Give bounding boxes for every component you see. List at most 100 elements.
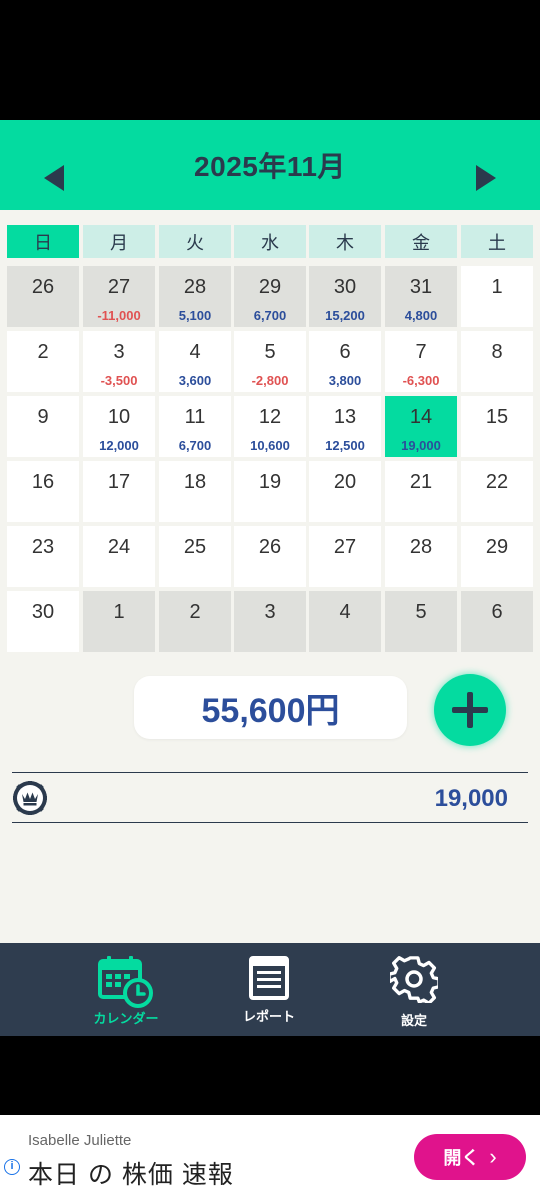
calendar-day[interactable]: 2 (159, 591, 231, 652)
calendar-day[interactable]: 3 -3,500 (83, 331, 155, 392)
ad-headline: 本日 の 株価 速報 (28, 1161, 234, 1189)
day-amount: 3,800 (328, 373, 362, 388)
tab-report-label: レポート (242, 1009, 295, 1024)
calendar-day[interactable]: 3 (234, 591, 306, 652)
report-icon (249, 956, 289, 1000)
calendar-day[interactable]: 24 (83, 526, 155, 587)
weekday-sun: 日 (7, 225, 79, 258)
calendar-day[interactable]: 4 (309, 591, 381, 652)
day-number: 5 (415, 601, 427, 623)
calendar-day[interactable]: 5 (385, 591, 457, 652)
calendar-day[interactable]: 16 (7, 461, 79, 522)
calendar-day[interactable]: 2 (7, 331, 79, 392)
calendar-day[interactable]: 21 (385, 461, 457, 522)
weekday-wed: 水 (234, 225, 306, 258)
calendar-day[interactable]: 20 (309, 461, 381, 522)
day-number: 21 (409, 471, 433, 493)
day-number: 10 (107, 406, 131, 428)
calendar-day[interactable]: 13 12,500 (309, 396, 381, 457)
day-number: 2 (189, 601, 201, 623)
tab-report[interactable]: レポート (199, 943, 339, 1036)
calendar-day-selected[interactable]: 14 19,000 (385, 396, 457, 457)
day-number: 14 (409, 406, 433, 428)
calendar-day[interactable]: 11 6,700 (159, 396, 231, 457)
day-number: 19 (258, 471, 282, 493)
day-number: 26 (31, 276, 55, 298)
day-number: 30 (333, 276, 357, 298)
calendar-day[interactable]: 25 (159, 526, 231, 587)
calendar-day[interactable]: 15 (461, 396, 533, 457)
calendar-day[interactable]: 27 (309, 526, 381, 587)
calendar-day[interactable]: 31 4,800 (385, 266, 457, 327)
calendar-day[interactable]: 27 -11,000 (83, 266, 155, 327)
day-number: 31 (409, 276, 433, 298)
day-number: 5 (264, 341, 276, 363)
calendar-day[interactable]: 26 (7, 266, 79, 327)
calendar-day[interactable]: 1 (83, 591, 155, 652)
day-number: 7 (415, 341, 427, 363)
day-number: 29 (485, 536, 509, 558)
calendar-day[interactable]: 10 12,000 (83, 396, 155, 457)
calendar-day[interactable]: 29 (461, 526, 533, 587)
day-number: 2 (37, 341, 49, 363)
calendar-day[interactable]: 28 5,100 (159, 266, 231, 327)
calendar-day[interactable]: 6 3,800 (309, 331, 381, 392)
calendar-day[interactable]: 17 (83, 461, 155, 522)
calendar-day[interactable]: 28 (385, 526, 457, 587)
day-number: 22 (485, 471, 509, 493)
day-number: 1 (491, 276, 503, 298)
next-month-icon[interactable] (476, 165, 496, 191)
calendar-day[interactable]: 7 -6,300 (385, 331, 457, 392)
day-amount: -6,300 (402, 373, 440, 388)
calendar-day[interactable]: 30 (7, 591, 79, 652)
ad-info-icon[interactable]: i (4, 1159, 20, 1175)
ad-open-label: 開く (443, 1148, 480, 1168)
day-amount: 3,600 (178, 373, 212, 388)
calendar-day[interactable]: 30 15,200 (309, 266, 381, 327)
ad-open-button[interactable]: 開く › (414, 1134, 526, 1180)
calendar-day[interactable]: 4 3,600 (159, 331, 231, 392)
day-number: 1 (113, 601, 125, 623)
chevron-right-icon: › (489, 1144, 497, 1169)
calendar-grid: 26 27 -11,000 28 5,100 29 6,700 30 15,200 31 4,800… (7, 266, 534, 652)
tab-settings[interactable]: 設定 (344, 943, 484, 1036)
calendar-day[interactable]: 23 (7, 526, 79, 587)
calendar-day[interactable]: 5 -2,800 (234, 331, 306, 392)
calendar-day[interactable]: 6 (461, 591, 533, 652)
bottom-tab-bar: カレンダー レポート 設定 (0, 943, 540, 1036)
ad-gap (0, 1036, 540, 1115)
day-number: 20 (333, 471, 357, 493)
add-entry-button[interactable] (434, 674, 506, 746)
day-number: 30 (31, 601, 55, 623)
day-amount: -11,000 (97, 308, 141, 323)
calendar-day[interactable]: 22 (461, 461, 533, 522)
day-number: 25 (183, 536, 207, 558)
ad-banner[interactable]: i Isabelle Juliette 本日 の 株価 速報 開く › (0, 1115, 540, 1199)
day-amount: 5,100 (178, 308, 212, 323)
calendar-day[interactable]: 8 (461, 331, 533, 392)
calendar-clock-icon (98, 956, 153, 1008)
entry-list-item[interactable]: 19,000 (12, 772, 528, 823)
tab-settings-label: 設定 (400, 1013, 427, 1028)
day-number: 27 (333, 536, 357, 558)
calendar-day[interactable]: 19 (234, 461, 306, 522)
day-amount: 15,200 (325, 308, 365, 323)
day-amount: 6,700 (253, 308, 287, 323)
day-amount: 19,000 (401, 438, 441, 453)
tab-calendar[interactable]: カレンダー (56, 943, 196, 1036)
calendar-day[interactable]: 18 (159, 461, 231, 522)
calendar-day[interactable]: 1 (461, 266, 533, 327)
day-number: 13 (333, 406, 357, 428)
day-number: 3 (113, 341, 125, 363)
prev-month-icon[interactable] (44, 165, 64, 191)
casino-chip-icon (13, 781, 47, 815)
gear-icon (390, 956, 438, 1003)
calendar-day[interactable]: 26 (234, 526, 306, 587)
day-number: 26 (258, 536, 282, 558)
calendar-day[interactable]: 29 6,700 (234, 266, 306, 327)
entry-amount: 19,000 (434, 785, 508, 812)
calendar-day[interactable]: 9 (7, 396, 79, 457)
calendar-day[interactable]: 12 10,600 (234, 396, 306, 457)
day-amount: 12,000 (99, 438, 139, 453)
tab-calendar-label: カレンダー (93, 1011, 159, 1026)
